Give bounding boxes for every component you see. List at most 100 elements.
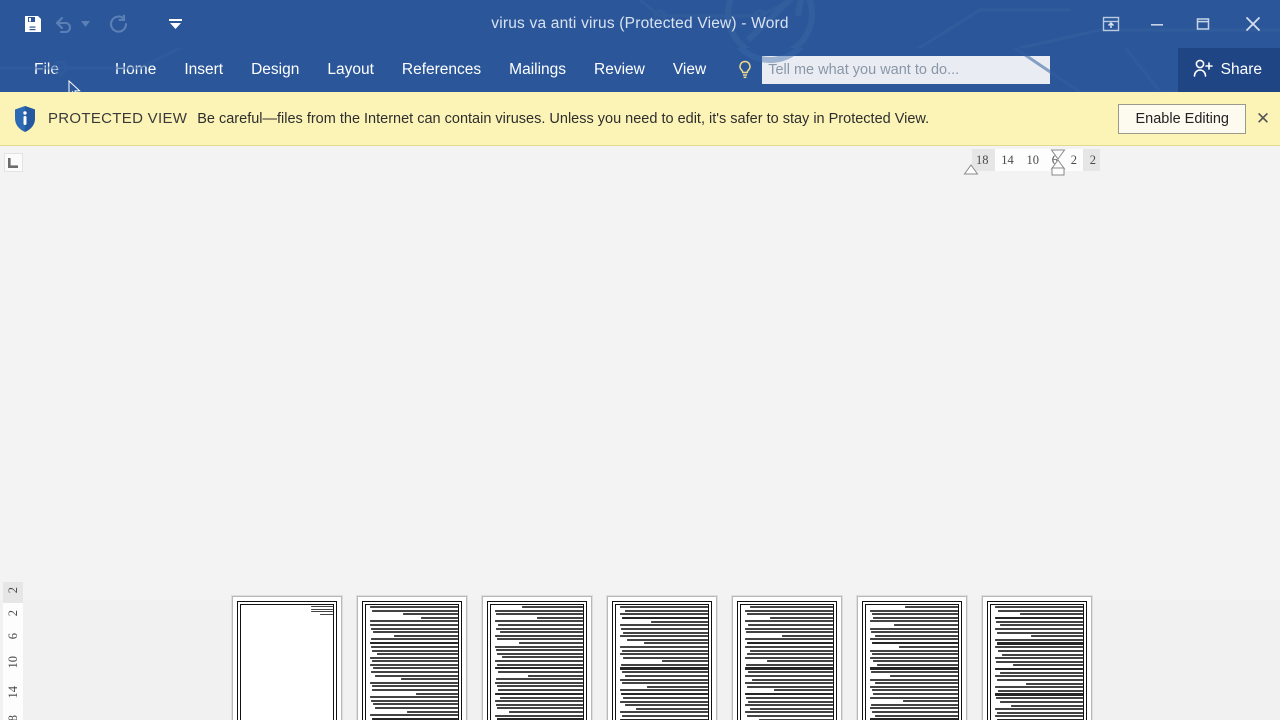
minimize-icon[interactable] (1134, 2, 1180, 46)
text-line (994, 675, 1083, 678)
enable-editing-button[interactable]: Enable Editing (1118, 103, 1246, 134)
text-line (619, 606, 708, 608)
text-line (869, 627, 958, 630)
text-line (497, 652, 583, 655)
ribbon-tabs: File Home Insert Design Layout Reference… (0, 48, 720, 92)
text-line (496, 663, 583, 666)
text-line (1013, 664, 1083, 667)
text-line (747, 641, 833, 645)
text-line (373, 703, 458, 706)
text-line (625, 609, 708, 612)
tab-references[interactable]: References (388, 48, 495, 92)
hanging-indent-marker[interactable] (1050, 148, 1066, 176)
text-line (509, 711, 583, 713)
vruler-tick-5: 18 (6, 715, 20, 720)
text-line (619, 700, 708, 703)
text-line (496, 685, 583, 688)
share-button[interactable]: Share (1177, 48, 1280, 92)
page-thumbnail[interactable] (732, 596, 842, 720)
text-line (746, 653, 833, 656)
text-line (494, 667, 583, 670)
text-line (871, 689, 958, 692)
quick-access-toolbar (0, 0, 182, 48)
text-line (872, 711, 958, 713)
text-line (494, 645, 583, 648)
text-line (537, 616, 583, 619)
tab-view[interactable]: View (659, 48, 720, 92)
text-line (748, 700, 833, 703)
window-controls (1088, 0, 1280, 48)
text-line (782, 634, 833, 637)
text-line (371, 660, 458, 663)
text-line (893, 623, 958, 626)
text-line (625, 675, 708, 678)
maximize-icon[interactable] (1180, 2, 1226, 46)
tab-layout[interactable]: Layout (313, 48, 388, 92)
text-line (744, 645, 833, 648)
text-line (748, 671, 833, 674)
protected-view-message: Be careful—files from the Internet can c… (197, 110, 930, 127)
text-line (310, 611, 333, 613)
left-tab-icon (3, 152, 23, 172)
text-line (998, 649, 1083, 652)
text-line (877, 663, 958, 666)
text-line (746, 714, 833, 717)
page-text-block (491, 606, 583, 720)
vruler-tick-1: 2 (5, 610, 20, 617)
lightbulb-icon (736, 59, 754, 81)
tab-review[interactable]: Review (580, 48, 659, 92)
tab-file[interactable]: File (20, 48, 73, 92)
hruler-tick-2: 10 (1026, 152, 1040, 167)
text-line (407, 710, 458, 713)
text-line (662, 660, 708, 663)
text-line (869, 609, 958, 612)
text-line (369, 641, 458, 645)
horizontal-ruler[interactable]: 18 14 10 6 2 2 (26, 146, 1280, 178)
close-icon[interactable] (1226, 2, 1280, 46)
page-thumbnail[interactable] (357, 596, 467, 720)
vruler-tick-0: 2 (5, 587, 20, 594)
page-thumbnail[interactable] (232, 596, 342, 720)
hruler-tick-4: 2 (1070, 152, 1077, 167)
text-line (375, 707, 458, 710)
page-text-block (991, 606, 1083, 720)
text-line (744, 675, 833, 678)
shield-info-icon (8, 105, 42, 133)
text-line (370, 645, 458, 648)
tab-mailings[interactable]: Mailings (495, 48, 580, 92)
text-line (997, 642, 1083, 645)
customize-quick-access-icon[interactable] (168, 9, 182, 39)
text-line (994, 646, 1083, 649)
save-icon[interactable] (18, 9, 48, 39)
text-line (369, 620, 458, 623)
text-line (744, 693, 833, 696)
tell-me-input[interactable] (762, 56, 1051, 84)
page-thumbnail[interactable] (982, 596, 1092, 720)
vertical-ruler[interactable]: 2 2 6 10 14 18 22 (0, 178, 26, 720)
text-line (744, 620, 833, 623)
protected-view-bar: PROTECTED VIEW Be careful—files from the… (0, 92, 1280, 146)
title-bar: virus va anti virus (Protected View) - W… (0, 0, 1280, 48)
ribbon-display-options-icon[interactable] (1088, 2, 1134, 46)
redo-icon (104, 9, 134, 39)
text-line (869, 649, 958, 652)
document-pages-area[interactable] (26, 178, 1280, 720)
text-line (994, 616, 1083, 620)
first-line-indent-marker[interactable] (963, 164, 979, 176)
text-line (744, 627, 833, 630)
text-line (494, 700, 583, 703)
close-icon[interactable]: ✕ (1252, 109, 1274, 129)
text-line (621, 714, 708, 717)
text-line (998, 689, 1083, 692)
page-thumbnail[interactable] (857, 596, 967, 720)
tab-insert[interactable]: Insert (170, 48, 237, 92)
text-line (869, 638, 958, 641)
text-line (994, 667, 1083, 671)
vruler-tick-2: 6 (5, 633, 20, 640)
page-thumbnail[interactable] (482, 596, 592, 720)
tab-design[interactable]: Design (237, 48, 313, 92)
tab-home[interactable]: Home (101, 48, 170, 92)
page-thumbnail[interactable] (607, 596, 717, 720)
tab-selector[interactable] (0, 146, 26, 178)
text-line (1020, 613, 1083, 616)
